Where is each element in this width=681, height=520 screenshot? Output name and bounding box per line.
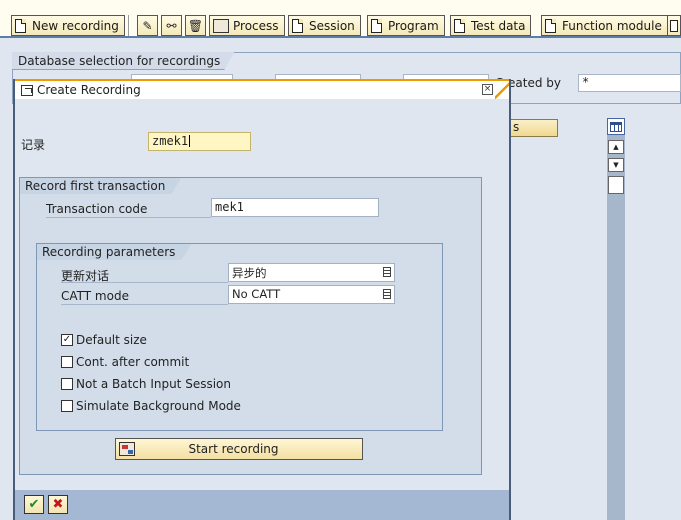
first-transaction-group-title: Record first transaction (20, 178, 181, 194)
update-mode-value: 异步的 (232, 266, 267, 280)
dialog-footer: ✔ ✖ (15, 490, 509, 520)
glasses-icon: ⚯ (166, 18, 177, 33)
table-column-header[interactable]: s (508, 119, 558, 137)
new-recording-label: New recording (32, 18, 119, 33)
session-button[interactable]: Session (288, 15, 361, 36)
document-icon (292, 18, 303, 33)
recording-name-value: zmek1 (152, 134, 189, 148)
default-size-checkbox[interactable]: ✓ Default size (61, 333, 147, 347)
catt-mode-value: No CATT (232, 287, 281, 301)
cancel-icon: ✖ (52, 497, 64, 512)
close-icon[interactable]: × (482, 84, 493, 95)
transaction-code-label: Transaction code (46, 202, 148, 216)
checkbox-checked-icon[interactable]: ✓ (61, 334, 73, 346)
scroll-down-button[interactable]: ▼ (608, 158, 624, 172)
process-button[interactable]: Process (209, 15, 285, 36)
document-icon (371, 18, 382, 33)
check-icon: ✔ (28, 497, 40, 512)
start-recording-label: Start recording (188, 442, 279, 456)
label-underline (61, 282, 228, 283)
cont-after-commit-checkbox[interactable]: Cont. after commit (61, 355, 189, 369)
recording-icon (119, 442, 135, 456)
database-selection-title: Database selection for recordings (12, 52, 234, 70)
update-mode-select[interactable]: 异步的 (228, 263, 395, 282)
cancel-button[interactable]: ✖ (48, 495, 68, 514)
new-recording-button[interactable]: New recording (11, 15, 125, 36)
document-icon (15, 18, 26, 33)
simulate-background-checkbox[interactable]: Simulate Background Mode (61, 399, 241, 413)
catt-mode-select[interactable]: No CATT (228, 285, 395, 304)
checkbox-icon[interactable] (61, 378, 73, 390)
label-underline (61, 304, 228, 305)
toolbar-separator (128, 15, 130, 36)
recording-parameters-title: Recording parameters (37, 244, 191, 260)
test-data-button[interactable]: Test data (450, 15, 532, 36)
cont-after-commit-label: Cont. after commit (76, 355, 190, 369)
program-button[interactable]: Program (367, 15, 445, 36)
not-batch-input-checkbox[interactable]: Not a Batch Input Session (61, 377, 231, 391)
application-toolbar: New recording ✎ ⚯ 🗑 Process Session Prog… (0, 0, 681, 38)
table-settings-icon (610, 121, 622, 132)
confirm-button[interactable]: ✔ (24, 495, 44, 514)
document-icon (670, 19, 678, 32)
scrollbar-thumb[interactable] (608, 176, 624, 194)
delete-button[interactable]: 🗑 (185, 15, 206, 36)
session-label: Session (309, 18, 355, 33)
dialog-title: Create Recording (37, 83, 141, 97)
process-label: Process (233, 18, 279, 33)
function-module-button[interactable]: Function module (541, 15, 668, 36)
default-size-label: Default size (76, 333, 147, 347)
trash-icon: 🗑 (187, 18, 204, 33)
toolbar-overflow-button[interactable] (667, 15, 681, 36)
program-label: Program (388, 18, 439, 33)
process-icon (213, 18, 229, 33)
test-data-label: Test data (471, 18, 526, 33)
start-recording-button[interactable]: Start recording (115, 438, 363, 460)
checkbox-icon[interactable] (61, 356, 73, 368)
dialog-corner-accent (495, 81, 509, 99)
create-recording-dialog: Create Recording × 记录 zmek1 Record first… (13, 79, 511, 520)
pencil-icon: ✎ (142, 18, 153, 33)
catt-mode-label: CATT mode (61, 289, 129, 303)
simulate-background-label: Simulate Background Mode (76, 399, 241, 413)
display-button[interactable]: ⚯ (161, 15, 182, 36)
change-button[interactable]: ✎ (137, 15, 158, 36)
label-underline (46, 217, 211, 218)
dropdown-icon[interactable] (383, 267, 391, 277)
transaction-code-input[interactable]: mek1 (211, 198, 379, 217)
checkbox-icon[interactable] (61, 400, 73, 412)
document-icon (545, 18, 556, 33)
dropdown-icon[interactable] (383, 289, 391, 299)
text-caret (189, 135, 191, 147)
document-icon (454, 18, 465, 33)
dialog-titlebar[interactable]: Create Recording × (15, 79, 509, 99)
function-module-label: Function module (562, 18, 662, 33)
recording-name-input[interactable]: zmek1 (148, 132, 251, 151)
scroll-up-button[interactable]: ▲ (608, 140, 624, 154)
not-batch-input-label: Not a Batch Input Session (76, 377, 231, 391)
recording-label: 记录 (21, 138, 46, 152)
dialog-window-icon (21, 84, 33, 96)
created-by-field[interactable]: * (578, 74, 681, 92)
table-settings-button[interactable] (607, 118, 625, 135)
